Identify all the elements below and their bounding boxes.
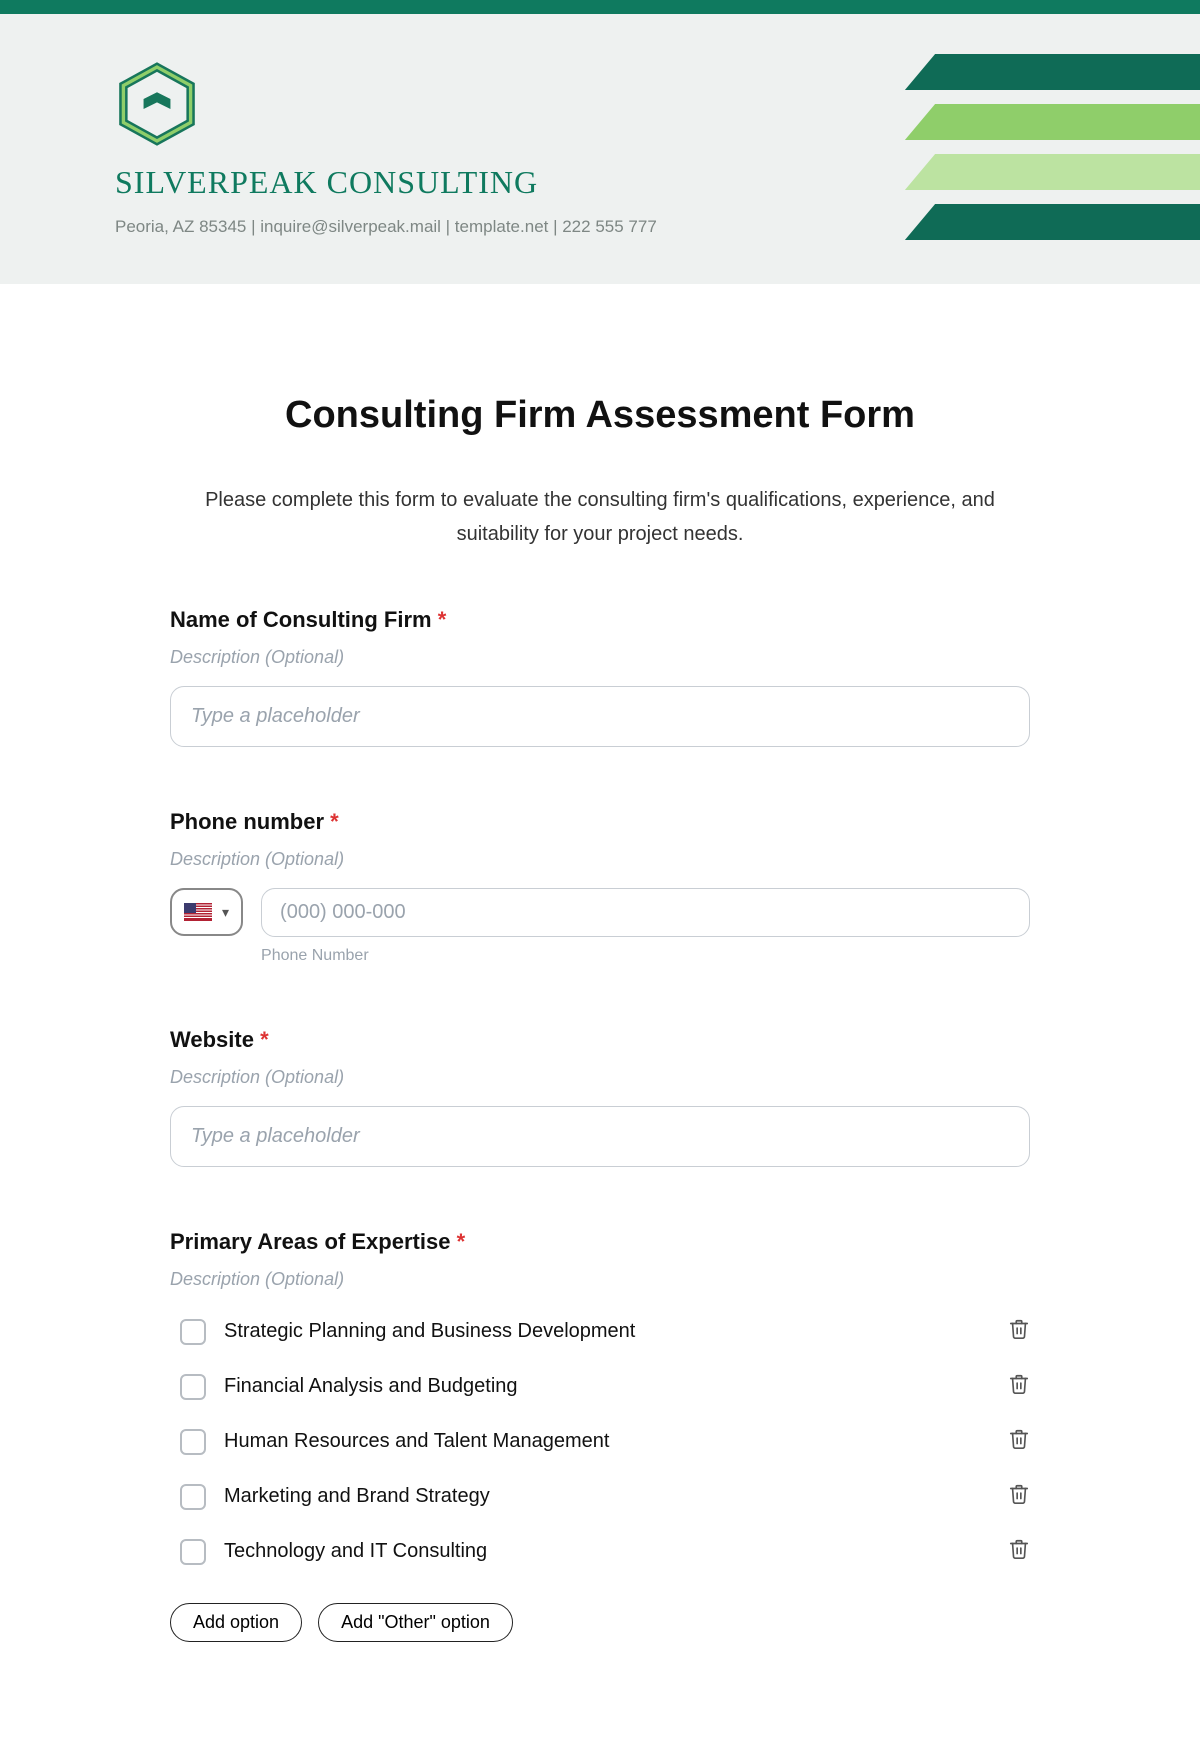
field-phone: Phone number * Description (Optional) ▾ …	[170, 809, 1030, 965]
top-accent-bar	[0, 0, 1200, 14]
required-mark: *	[260, 1027, 269, 1052]
firm-name-input[interactable]	[170, 686, 1030, 747]
expertise-option-row: Human Resources and Talent Management	[170, 1418, 1030, 1473]
add-other-option-button[interactable]: Add "Other" option	[318, 1603, 513, 1642]
chevron-down-icon: ▾	[222, 904, 229, 921]
expertise-option-row: Technology and IT Consulting	[170, 1528, 1030, 1583]
checkbox[interactable]	[180, 1319, 206, 1345]
expertise-option-row: Marketing and Brand Strategy	[170, 1473, 1030, 1528]
add-option-button[interactable]: Add option	[170, 1603, 302, 1642]
us-flag-icon	[184, 903, 212, 921]
description-placeholder[interactable]: Description (Optional)	[170, 849, 1030, 870]
trash-icon[interactable]	[1008, 1428, 1030, 1455]
checkbox[interactable]	[180, 1374, 206, 1400]
label-text: Website	[170, 1027, 254, 1052]
brand-logo-icon	[115, 62, 199, 146]
expertise-option-row: Strategic Planning and Business Developm…	[170, 1308, 1030, 1363]
field-label-phone: Phone number *	[170, 809, 1030, 835]
required-mark: *	[330, 809, 339, 834]
description-placeholder[interactable]: Description (Optional)	[170, 1067, 1030, 1088]
expertise-options: Strategic Planning and Business Developm…	[170, 1308, 1030, 1583]
trash-icon[interactable]	[1008, 1373, 1030, 1400]
phone-sub-label: Phone Number	[261, 947, 1030, 965]
option-label[interactable]: Human Resources and Talent Management	[224, 1430, 609, 1453]
option-label[interactable]: Financial Analysis and Budgeting	[224, 1375, 518, 1398]
field-label-firm-name: Name of Consulting Firm *	[170, 607, 1030, 633]
description-placeholder[interactable]: Description (Optional)	[170, 647, 1030, 668]
option-label[interactable]: Marketing and Brand Strategy	[224, 1485, 490, 1508]
required-mark: *	[457, 1229, 466, 1254]
form-main: Consulting Firm Assessment Form Please c…	[150, 284, 1050, 1764]
expertise-option-row: Financial Analysis and Budgeting	[170, 1363, 1030, 1418]
option-label[interactable]: Strategic Planning and Business Developm…	[224, 1320, 635, 1343]
form-intro: Please complete this form to evaluate th…	[170, 483, 1030, 551]
phone-input[interactable]	[261, 888, 1030, 937]
header: SilverPeak Consulting Peoria, AZ 85345 |…	[0, 14, 1200, 284]
field-expertise: Primary Areas of Expertise * Description…	[170, 1229, 1030, 1642]
checkbox[interactable]	[180, 1429, 206, 1455]
field-website: Website * Description (Optional)	[170, 1027, 1030, 1167]
website-input[interactable]	[170, 1106, 1030, 1167]
field-label-website: Website *	[170, 1027, 1030, 1053]
label-text: Primary Areas of Expertise	[170, 1229, 450, 1254]
trash-icon[interactable]	[1008, 1318, 1030, 1345]
country-code-select[interactable]: ▾	[170, 888, 243, 936]
form-title: Consulting Firm Assessment Form	[170, 394, 1030, 437]
field-firm-name: Name of Consulting Firm * Description (O…	[170, 607, 1030, 747]
checkbox[interactable]	[180, 1484, 206, 1510]
label-text: Phone number	[170, 809, 324, 834]
description-placeholder[interactable]: Description (Optional)	[170, 1269, 1030, 1290]
trash-icon[interactable]	[1008, 1483, 1030, 1510]
option-label[interactable]: Technology and IT Consulting	[224, 1540, 487, 1563]
label-text: Name of Consulting Firm	[170, 607, 432, 632]
required-mark: *	[438, 607, 447, 632]
checkbox[interactable]	[180, 1539, 206, 1565]
field-label-expertise: Primary Areas of Expertise *	[170, 1229, 1030, 1255]
trash-icon[interactable]	[1008, 1538, 1030, 1565]
